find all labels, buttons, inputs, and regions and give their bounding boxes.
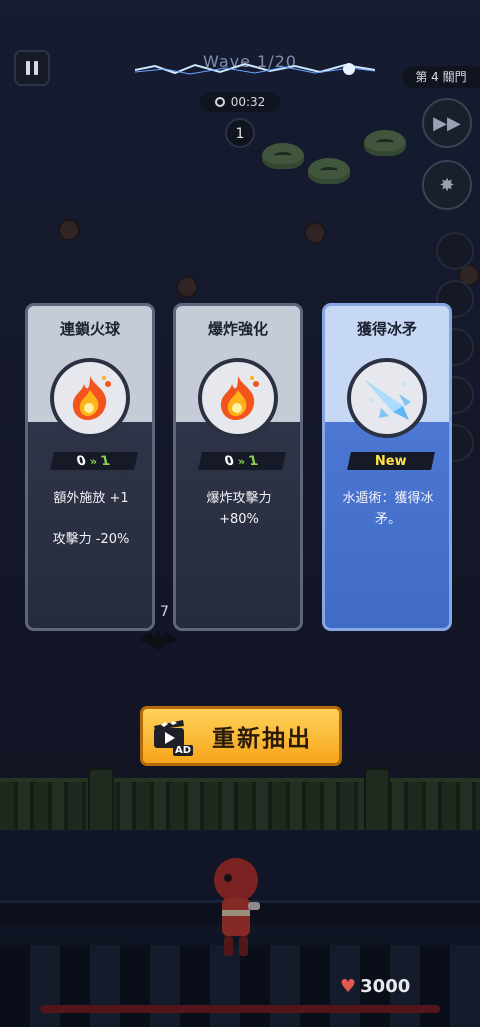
- card-title: 連鎖火球: [59, 320, 120, 338]
- card-title: 獲得冰矛: [356, 320, 417, 338]
- desc-line: 水遁術：獲得冰矛。: [342, 491, 434, 527]
- skill-button[interactable]: ✸: [422, 160, 472, 210]
- stage-label: 第 4 關門: [402, 66, 480, 88]
- desc-line: 攻擊力 -20%: [52, 532, 130, 547]
- ice-spear-icon: [347, 358, 427, 438]
- desc-line: 額外施放 +1: [53, 491, 129, 506]
- timer-display: 00:32: [200, 92, 280, 112]
- skill-card-chain-fireball[interactable]: 連鎖火球 0»1 額外施放 +1 攻擊力 -20%: [25, 303, 155, 631]
- bat-enemy: [138, 630, 178, 650]
- card-title: 爆炸強化: [207, 320, 268, 338]
- kill-count-badge: 1: [225, 118, 255, 148]
- clock-icon: [214, 97, 225, 107]
- fast-forward-button[interactable]: ▶▶: [422, 98, 472, 148]
- skill-slot: [436, 232, 474, 270]
- heart-icon: ♥: [340, 975, 357, 997]
- player-hp: ♥ 3000: [340, 973, 436, 999]
- pause-icon: [34, 61, 38, 75]
- level-indicator: 0»1: [198, 452, 286, 470]
- card-description: 額外施放 +1 攻擊力 -20%: [36, 488, 146, 570]
- hp-value: 3000: [360, 975, 411, 997]
- lightning-effect: [135, 62, 375, 75]
- new-badge: New: [347, 452, 435, 470]
- level-indicator: 0»1: [50, 452, 138, 470]
- level-from: 0: [223, 453, 237, 469]
- ad-label: AD: [172, 745, 193, 756]
- explosion-icon: ✸: [439, 174, 455, 196]
- fast-forward-icon: ▶▶: [433, 112, 461, 134]
- level-to: 1: [99, 453, 113, 469]
- combo-number: 7: [160, 604, 169, 620]
- level-from: 0: [75, 453, 89, 469]
- skill-card-ice-spear[interactable]: 獲得冰矛 New 水遁術：獲得冰矛。: [322, 303, 452, 631]
- timer-value: 00:32: [230, 95, 266, 109]
- level-arrow-icon: »: [237, 454, 247, 468]
- pause-icon: [26, 61, 30, 75]
- card-description: 爆炸攻擊力 +80%: [184, 488, 294, 530]
- fireball-icon: [50, 358, 130, 438]
- level-arrow-icon: »: [89, 454, 99, 468]
- fireball-icon: [198, 358, 278, 438]
- desc-line: 爆炸攻擊力 +80%: [206, 491, 272, 527]
- reroll-ad-button[interactable]: AD 重新抽出: [140, 706, 342, 766]
- pause-button[interactable]: [14, 50, 50, 86]
- new-label: New: [375, 453, 407, 469]
- card-description: 水遁術：獲得冰矛。: [333, 488, 443, 530]
- video-ad-icon: AD: [153, 718, 193, 756]
- skill-card-explosion-boost[interactable]: 爆炸強化 0»1 爆炸攻擊力 +80%: [173, 303, 303, 631]
- reroll-label: 重新抽出: [212, 726, 312, 752]
- level-to: 1: [247, 453, 261, 469]
